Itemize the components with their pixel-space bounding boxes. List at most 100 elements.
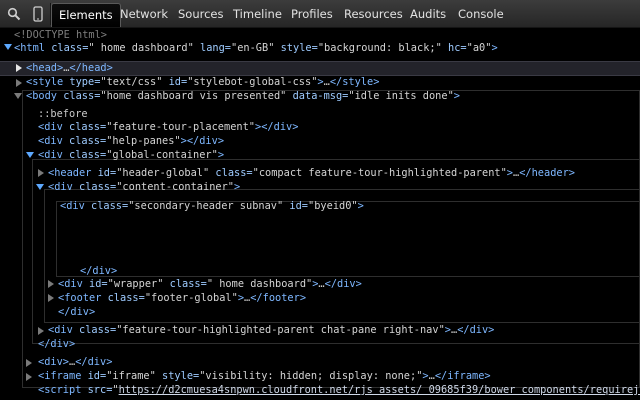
header-global-line[interactable]: <header id="header-global" class="compac… <box>48 166 575 180</box>
attr-type: type= <box>63 76 101 88</box>
attr-value: "feature-tour-placement" <box>106 121 256 133</box>
global-container-close-tag[interactable]: </div> <box>38 337 75 351</box>
attr-data-msg: data-msg= <box>286 90 349 102</box>
tab-timeline[interactable]: Timeline <box>233 3 282 27</box>
chat-pane-expand-toggle[interactable] <box>38 327 44 335</box>
tag-end: > <box>491 42 498 54</box>
attr-class: class= <box>62 135 107 147</box>
tab-network[interactable]: Network <box>120 3 168 27</box>
attr-value: " home dashboard" <box>206 278 313 290</box>
body-open-line[interactable]: <body class="home dashboard vis presente… <box>26 89 460 103</box>
attr-class: class= <box>72 324 117 336</box>
tab-elements[interactable]: Elements <box>51 3 121 27</box>
attr-id: id= <box>162 76 188 88</box>
attr-class: class= <box>72 181 117 193</box>
wrapper-expand-toggle[interactable] <box>48 280 54 288</box>
attr-value: "global-container" <box>106 149 218 161</box>
attr-value: "background: black;" <box>317 42 442 54</box>
attr-src: src= <box>81 384 113 396</box>
attr-class: class= <box>84 200 129 212</box>
script-src-link[interactable]: https://d2cmuesa4snpwn.cloudfront.net/rj… <box>119 384 640 396</box>
body-expand-toggle[interactable] <box>14 93 22 99</box>
tab-audits[interactable]: Audits <box>410 3 446 27</box>
div-tag: <div <box>38 135 63 147</box>
tab-profiles[interactable]: Profiles <box>291 3 333 27</box>
header-close-tag: </header> <box>519 167 575 179</box>
help-panes-line[interactable]: <div class="help-panes"></div> <box>38 134 224 148</box>
attr-value: "help-panes" <box>106 135 181 147</box>
attr-value: "content-container" <box>116 181 235 193</box>
html-open-line[interactable]: <html class=" home dashboard" lang="en-G… <box>14 41 498 55</box>
attr-class: class= <box>163 278 207 290</box>
secondary-header-line[interactable]: <div class="secondary-header subnav" id=… <box>60 199 364 213</box>
feature-tour-placement-line[interactable]: <div class="feature-tour-placement"></di… <box>38 120 298 134</box>
footer-tag: <footer <box>58 292 102 304</box>
attr-value: "en-GB" <box>231 42 275 54</box>
attr-value: "stylebot-global-css" <box>187 76 318 88</box>
attr-style: style= <box>155 370 200 382</box>
iframe-expand-toggle[interactable] <box>26 373 32 381</box>
content-container-close-tag[interactable]: </div> <box>58 305 95 319</box>
tab-console[interactable]: Console <box>458 3 504 27</box>
attr-id: id= <box>91 167 117 179</box>
chat-pane-line[interactable]: <div class="feature-tour-highlighted-par… <box>48 323 494 337</box>
search-icon[interactable] <box>5 5 23 23</box>
attr-value: " home dashboard" <box>88 42 194 54</box>
div-tag: <div <box>48 324 73 336</box>
attr-class: class= <box>209 167 253 179</box>
attr-id: id= <box>283 200 309 212</box>
header-expand-toggle[interactable] <box>38 169 44 177</box>
head-close-tag: </head> <box>69 62 113 74</box>
content-container-line[interactable]: <div class="content-container"> <box>48 180 240 194</box>
div-tag: <div <box>48 181 73 193</box>
wrapper-line[interactable]: <div id="wrapper" class=" home dashboard… <box>58 277 362 291</box>
attr-id: id= <box>82 278 108 290</box>
content-container-expand-toggle[interactable] <box>36 184 44 190</box>
doctype-line: <!DOCTYPE html> <box>14 29 107 41</box>
global-container-line[interactable]: <div class="global-container"> <box>38 148 224 162</box>
global-container-expand-toggle[interactable] <box>26 152 34 158</box>
div-close-tag: </div> <box>324 278 362 290</box>
html-tag: <html <box>14 42 45 54</box>
attr-value: "feature-tour-highlighted-parent chat-pa… <box>116 324 445 336</box>
head-expand-toggle[interactable] <box>16 64 22 72</box>
collapsed-div-line[interactable]: <div>…</div> <box>38 355 112 369</box>
footer-global-line[interactable]: <footer class="footer-global">…</footer> <box>58 291 306 305</box>
style-tag: <style <box>26 76 64 88</box>
div-expand-toggle[interactable] <box>26 359 32 367</box>
footer-expand-toggle[interactable] <box>48 294 54 302</box>
style-line[interactable]: <style type="text/css" id="stylebot-glob… <box>26 75 379 89</box>
device-mode-icon[interactable] <box>29 5 47 23</box>
attr-value: "home dashboard vis presented" <box>100 90 287 102</box>
div-close-tag: </div> <box>186 135 225 147</box>
style-close-tag: </style> <box>329 76 380 88</box>
attr-value: "secondary-header subnav" <box>128 200 284 212</box>
tab-sources[interactable]: Sources <box>178 3 224 27</box>
before-pseudo[interactable]: ::before <box>38 107 88 121</box>
attr-style: style= <box>274 42 318 54</box>
tag-end: > <box>234 181 241 193</box>
attr-value: "text/css" <box>100 76 163 88</box>
attr-class: class= <box>62 121 107 133</box>
attr-value: "footer-global" <box>144 292 238 304</box>
footer-close-tag: </footer> <box>250 292 307 304</box>
div-tag: <div <box>58 278 83 290</box>
secondary-header-close-tag[interactable]: </div> <box>80 264 117 278</box>
iframe-tag: <iframe <box>38 370 82 382</box>
tag-end: > <box>453 90 460 102</box>
attr-class: class= <box>101 292 145 304</box>
script-tag: <script <box>38 384 82 396</box>
head-tag: <head> <box>26 62 64 74</box>
iframe-line[interactable]: <iframe id="iframe" style="visibility: h… <box>38 369 491 383</box>
attr-value: "visibility: hidden; display: none;" <box>199 370 423 382</box>
attr-lang: lang= <box>193 42 231 54</box>
style-expand-toggle[interactable] <box>16 79 22 87</box>
head-line[interactable]: <head>…</head> <box>26 61 113 75</box>
elements-tree: <!DOCTYPE html> <html class=" home dashb… <box>0 28 640 400</box>
div-tag: <div> <box>38 356 69 368</box>
script-line[interactable]: <script src="https://d2cmuesa4snpwn.clou… <box>38 383 640 397</box>
tab-resources[interactable]: Resources <box>344 3 403 27</box>
div-close-tag: </div> <box>75 356 113 368</box>
html-expand-toggle[interactable] <box>4 44 12 50</box>
attr-class: class= <box>45 42 89 54</box>
